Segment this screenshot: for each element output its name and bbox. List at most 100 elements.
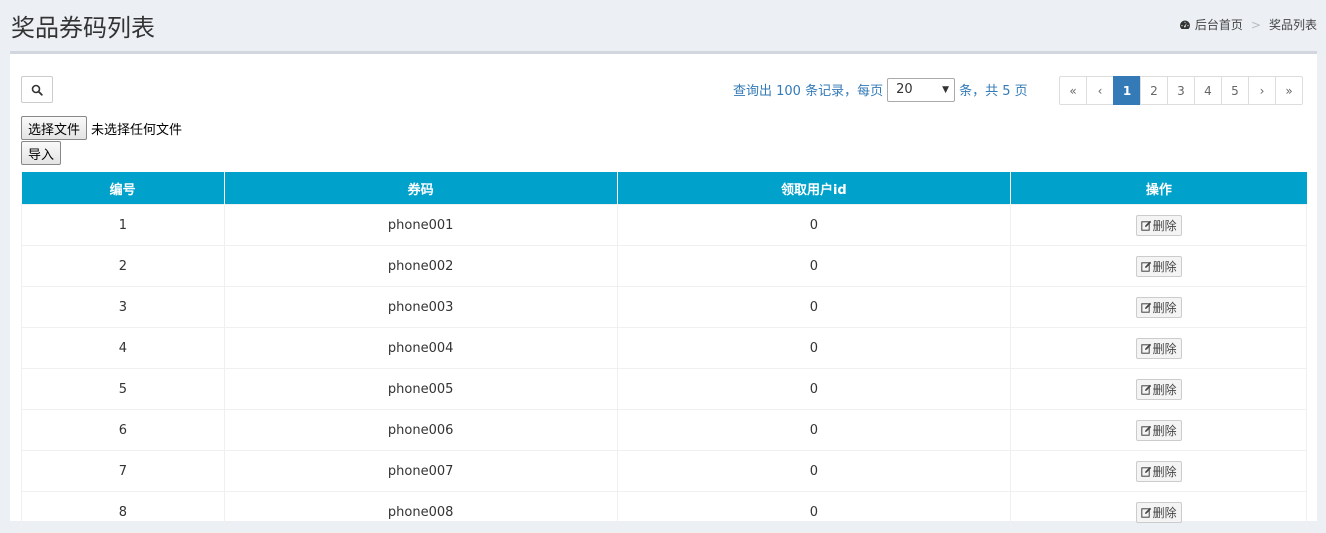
cell-id: 7 xyxy=(21,450,225,492)
page-prev[interactable]: ‹ xyxy=(1086,76,1114,105)
cell-code: phone004 xyxy=(223,327,618,369)
content-box: 查询出 100 条记录，每页 20 ▼ 条，共 5 页 « ‹ 1 2 3 4 … xyxy=(10,51,1317,533)
cell-user-id: 0 xyxy=(616,491,1012,533)
column-header-user-id: 领取用户id xyxy=(616,172,1012,205)
page-5[interactable]: 5 xyxy=(1221,76,1249,105)
cell-action: 删除 xyxy=(1010,286,1307,328)
column-header-id: 编号 xyxy=(21,172,225,205)
cell-code: phone001 xyxy=(223,204,618,246)
breadcrumb-home-link[interactable]: 后台首页 xyxy=(1195,16,1243,33)
dashboard-icon xyxy=(1179,19,1191,31)
table-row: 4 phone004 0 删除 xyxy=(21,327,1307,369)
table-body: 1 phone001 0 删除 2 phone002 0 删除 3 phone0… xyxy=(21,204,1307,533)
cell-code: phone005 xyxy=(223,368,618,410)
import-button[interactable]: 导入 xyxy=(21,141,62,165)
breadcrumb-current: 奖品列表 xyxy=(1268,18,1317,32)
pager-suffix: 条，共 5 页 xyxy=(959,84,1028,99)
delete-label: 删除 xyxy=(1152,464,1177,479)
page-title: 奖品券码列表 xyxy=(11,14,155,42)
file-status: 未选择任何文件 xyxy=(91,122,183,138)
page-last[interactable]: » xyxy=(1275,76,1303,105)
cell-id: 6 xyxy=(21,409,225,451)
pagination: « ‹ 1 2 3 4 5 › » xyxy=(1059,76,1303,105)
table-row: 3 phone003 0 删除 xyxy=(21,286,1307,328)
edit-icon xyxy=(1140,384,1151,395)
edit-icon xyxy=(1140,425,1151,436)
delete-button[interactable]: 删除 xyxy=(1135,501,1182,523)
cell-id: 8 xyxy=(21,491,225,533)
page-first[interactable]: « xyxy=(1059,76,1087,105)
cell-code: phone006 xyxy=(223,409,618,451)
caret-down-icon: ▼ xyxy=(942,84,950,95)
breadcrumb-separator: > xyxy=(1250,17,1261,32)
cell-action: 删除 xyxy=(1010,409,1307,451)
cell-user-id: 0 xyxy=(616,368,1012,410)
edit-icon xyxy=(1140,466,1151,477)
cell-user-id: 0 xyxy=(616,409,1012,451)
choose-file-button[interactable]: 选择文件 xyxy=(21,116,88,140)
cell-user-id: 0 xyxy=(616,245,1012,287)
delete-button[interactable]: 删除 xyxy=(1135,296,1182,318)
cell-code: phone008 xyxy=(223,491,618,533)
delete-label: 删除 xyxy=(1152,259,1177,274)
page-2[interactable]: 2 xyxy=(1140,76,1168,105)
table-row: 2 phone002 0 删除 xyxy=(21,245,1307,287)
cell-code: phone002 xyxy=(223,245,618,287)
page-next[interactable]: › xyxy=(1248,76,1276,105)
column-header-action: 操作 xyxy=(1010,172,1307,205)
table-header-row: 编号 券码 领取用户id 操作 xyxy=(21,172,1307,205)
page-size-select[interactable]: 20 ▼ xyxy=(887,77,956,102)
search-icon xyxy=(31,84,43,96)
table-row: 5 phone005 0 删除 xyxy=(21,368,1307,410)
cell-code: phone007 xyxy=(223,450,618,492)
cell-action: 删除 xyxy=(1010,245,1307,287)
cell-user-id: 0 xyxy=(616,450,1012,492)
table-row: 6 phone006 0 删除 xyxy=(21,409,1307,451)
cell-id: 1 xyxy=(21,204,225,246)
edit-icon xyxy=(1140,343,1151,354)
cell-id: 3 xyxy=(21,286,225,328)
cell-id: 4 xyxy=(21,327,225,369)
cell-code: phone003 xyxy=(223,286,618,328)
delete-button[interactable]: 删除 xyxy=(1135,419,1182,441)
cell-action: 删除 xyxy=(1010,491,1307,533)
delete-label: 删除 xyxy=(1152,300,1177,315)
delete-button[interactable]: 删除 xyxy=(1135,378,1182,400)
table-row: 7 phone007 0 删除 xyxy=(21,450,1307,492)
content-header: 奖品券码列表 后台首页 > 奖品列表 xyxy=(0,0,1326,50)
edit-icon xyxy=(1140,261,1151,272)
cell-user-id: 0 xyxy=(616,327,1012,369)
delete-label: 删除 xyxy=(1152,382,1177,397)
cell-id: 5 xyxy=(21,368,225,410)
table-row: 1 phone001 0 删除 xyxy=(21,204,1307,246)
cell-action: 删除 xyxy=(1010,327,1307,369)
delete-label: 删除 xyxy=(1152,423,1177,438)
table-row: 8 phone008 0 删除 xyxy=(21,491,1307,533)
page-size-value: 20 xyxy=(896,82,913,97)
cell-action: 删除 xyxy=(1010,204,1307,246)
breadcrumb: 后台首页 > 奖品列表 xyxy=(1179,16,1317,33)
page-4[interactable]: 4 xyxy=(1194,76,1222,105)
column-header-code: 券码 xyxy=(223,172,618,205)
page-1[interactable]: 1 xyxy=(1113,76,1141,105)
coupon-table: 编号 券码 领取用户id 操作 1 phone001 0 删除 2 phone0… xyxy=(21,172,1307,533)
delete-button[interactable]: 删除 xyxy=(1135,337,1182,359)
file-upload-row: 选择文件 未选择任何文件 xyxy=(21,116,182,140)
cell-user-id: 0 xyxy=(616,204,1012,246)
edit-icon xyxy=(1140,302,1151,313)
cell-user-id: 0 xyxy=(616,286,1012,328)
delete-label: 删除 xyxy=(1152,218,1177,233)
cell-id: 2 xyxy=(21,245,225,287)
delete-button[interactable]: 删除 xyxy=(1135,214,1182,236)
delete-button[interactable]: 删除 xyxy=(1135,255,1182,277)
pager-info: 查询出 100 条记录，每页 20 ▼ 条，共 5 页 xyxy=(733,76,1028,103)
delete-button[interactable]: 删除 xyxy=(1135,460,1182,482)
cell-action: 删除 xyxy=(1010,450,1307,492)
search-button[interactable] xyxy=(21,76,53,103)
delete-label: 删除 xyxy=(1152,341,1177,356)
cell-action: 删除 xyxy=(1010,368,1307,410)
pager-prefix: 查询出 100 条记录，每页 xyxy=(733,84,884,99)
edit-icon xyxy=(1140,220,1151,231)
page-3[interactable]: 3 xyxy=(1167,76,1195,105)
edit-icon xyxy=(1140,507,1151,518)
